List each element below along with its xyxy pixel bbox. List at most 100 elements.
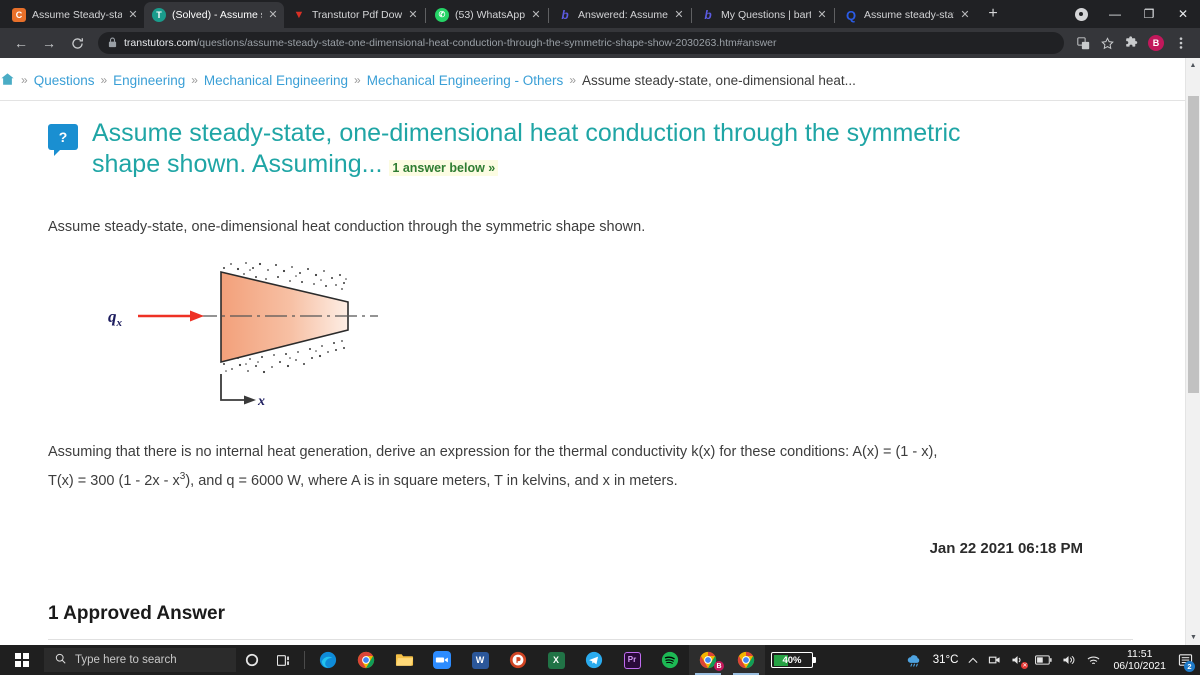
- translate-icon[interactable]: [1072, 30, 1094, 56]
- reload-button[interactable]: [64, 30, 90, 56]
- pdf-download-icon: ▼: [293, 8, 305, 21]
- tab-divider: [425, 8, 426, 23]
- microsoft-powerpoint-icon[interactable]: [499, 645, 537, 675]
- browser-tab-1[interactable]: T (Solved) - Assume ste ✕: [144, 2, 284, 28]
- search-icon: [55, 653, 66, 667]
- chrome-window-1-icon[interactable]: B: [689, 645, 727, 675]
- tab-close-icon[interactable]: ✕: [408, 9, 418, 21]
- windows-start-icon[interactable]: [0, 645, 44, 675]
- browser-update-icon[interactable]: [1064, 0, 1098, 28]
- breadcrumb-separator: »: [21, 73, 28, 87]
- bookmark-star-icon[interactable]: [1096, 30, 1118, 56]
- weather-temperature[interactable]: 31°C: [928, 645, 964, 675]
- action-center-icon[interactable]: 2: [1173, 645, 1198, 675]
- tab-close-icon[interactable]: ✕: [268, 9, 278, 21]
- battery-icon[interactable]: [1030, 645, 1057, 675]
- task-view-icon[interactable]: [268, 645, 300, 675]
- browser-tab-3[interactable]: ✆ (53) WhatsApp ✕: [427, 2, 547, 28]
- conditions-line-2-part-a: T(x) = 300 (1 - 2x - x: [48, 473, 180, 490]
- chevron-up-icon[interactable]: [963, 645, 983, 675]
- bartleby-icon: b: [704, 8, 712, 22]
- heat-conduction-figure: qx x: [98, 252, 398, 412]
- google-chrome-icon[interactable]: [347, 645, 385, 675]
- forward-button[interactable]: →: [36, 30, 62, 56]
- scroll-down-arrow-icon[interactable]: ▼: [1186, 630, 1200, 645]
- profile-avatar[interactable]: B: [1148, 35, 1164, 51]
- chrome-window-2-icon[interactable]: [727, 645, 765, 675]
- breadcrumb-separator: »: [569, 73, 576, 87]
- url-text: transtutors.com/questions/assume-steady-…: [124, 37, 776, 49]
- adobe-premiere-icon[interactable]: Pr: [613, 645, 651, 675]
- clock-time: 11:51: [1126, 648, 1153, 660]
- browser-tab-6[interactable]: Q Assume steady-state, ✕: [836, 2, 976, 28]
- browser-window: C Assume Steady-state, ✕ T (Solved) - As…: [0, 0, 1200, 675]
- browser-tab-0[interactable]: C Assume Steady-state, ✕: [4, 2, 144, 28]
- speaker-mute-icon[interactable]: ✕: [1006, 645, 1030, 675]
- tab-close-icon[interactable]: ✕: [674, 9, 684, 21]
- browser-toolbar: ← → transtutors.com/questions/assume-ste…: [0, 28, 1200, 58]
- new-tab-button[interactable]: +: [980, 1, 1006, 27]
- window-controls: — ❐ ✕: [1064, 0, 1200, 28]
- window-minimize-button[interactable]: —: [1098, 0, 1132, 28]
- question-title-text: Assume steady-state, one-dimensional hea…: [92, 119, 961, 178]
- address-bar[interactable]: transtutors.com/questions/assume-steady-…: [98, 32, 1064, 54]
- tab-close-icon[interactable]: ✕: [960, 9, 970, 21]
- telegram-icon[interactable]: [575, 645, 613, 675]
- breadcrumb-separator: »: [191, 73, 198, 87]
- cortana-circle-icon[interactable]: [236, 645, 268, 675]
- back-button[interactable]: ←: [8, 30, 34, 56]
- browser-tab-4[interactable]: b Answered: Assume ste ✕: [550, 2, 690, 28]
- mute-badge-icon: ✕: [1021, 662, 1029, 669]
- wifi-icon[interactable]: [1081, 645, 1106, 675]
- page-content: » Questions » Engineering » Mechanical E…: [0, 58, 1185, 645]
- tab-close-icon[interactable]: ✕: [817, 9, 827, 21]
- taskbar-clock[interactable]: 11:51 06/10/2021: [1106, 648, 1173, 672]
- window-maximize-button[interactable]: ❐: [1132, 0, 1166, 28]
- premiere-glyph: Pr: [623, 651, 641, 669]
- word-glyph: W: [471, 651, 489, 669]
- breadcrumb-separator: »: [100, 73, 108, 87]
- breadcrumb-item-mechanical-engineering[interactable]: Mechanical Engineering: [204, 73, 348, 88]
- breadcrumb-item-engineering[interactable]: Engineering: [113, 73, 185, 88]
- spotify-icon[interactable]: [651, 645, 689, 675]
- tab-strip: C Assume Steady-state, ✕ T (Solved) - As…: [0, 0, 1200, 28]
- home-icon[interactable]: [0, 72, 15, 88]
- tab-title: My Questions | bartleb: [721, 9, 812, 21]
- transtutors-icon: T: [152, 8, 166, 22]
- search-input[interactable]: Type here to search: [44, 648, 236, 672]
- microsoft-word-icon[interactable]: W: [461, 645, 499, 675]
- microsoft-excel-icon[interactable]: X: [537, 645, 575, 675]
- scroll-up-arrow-icon[interactable]: ▲: [1186, 58, 1200, 73]
- file-explorer-icon[interactable]: [385, 645, 423, 675]
- onedrive-icon[interactable]: [983, 645, 1006, 675]
- tab-title: (Solved) - Assume ste: [172, 9, 262, 21]
- question-timestamp: Jan 22 2021 06:18 PM: [929, 540, 1083, 558]
- url-host: transtutors.com: [124, 37, 197, 49]
- tab-title: Assume steady-state,: [864, 9, 954, 21]
- question-body-text: Assume steady-state, one-dimensional hea…: [48, 219, 646, 235]
- cloud-rain-icon[interactable]: [901, 645, 928, 675]
- tab-title: Assume Steady-state,: [32, 9, 122, 21]
- taskbar-divider: [304, 651, 305, 669]
- profile-badge-icon: B: [714, 661, 724, 671]
- volume-icon[interactable]: [1057, 645, 1081, 675]
- coordinate-axis: [220, 374, 246, 402]
- tab-close-icon[interactable]: ✕: [531, 9, 541, 21]
- microsoft-edge-icon[interactable]: [309, 645, 347, 675]
- breadcrumb-item-questions[interactable]: Questions: [34, 73, 95, 88]
- breadcrumb-divider: [0, 100, 1185, 101]
- scrollbar-thumb[interactable]: [1188, 96, 1199, 393]
- window-close-button[interactable]: ✕: [1166, 0, 1200, 28]
- zoom-icon[interactable]: [423, 645, 461, 675]
- browser-tab-5[interactable]: b My Questions | bartleb ✕: [693, 2, 833, 28]
- browser-tab-2[interactable]: ▼ Transtutor Pdf Downlo ✕: [284, 2, 424, 28]
- extensions-puzzle-icon[interactable]: [1120, 30, 1142, 56]
- quora-icon: Q: [845, 7, 857, 23]
- tab-close-icon[interactable]: ✕: [128, 9, 138, 21]
- answers-below-link[interactable]: 1 answer below »: [389, 160, 499, 176]
- page-viewport: » Questions » Engineering » Mechanical E…: [0, 58, 1200, 645]
- breadcrumb-item-mechanical-engineering-others[interactable]: Mechanical Engineering - Others: [367, 73, 564, 88]
- question-container: ? Assume steady-state, one-dimensional h…: [0, 100, 1185, 641]
- page-scrollbar[interactable]: ▲ ▼: [1185, 58, 1200, 645]
- kebab-menu-icon[interactable]: [1170, 30, 1192, 56]
